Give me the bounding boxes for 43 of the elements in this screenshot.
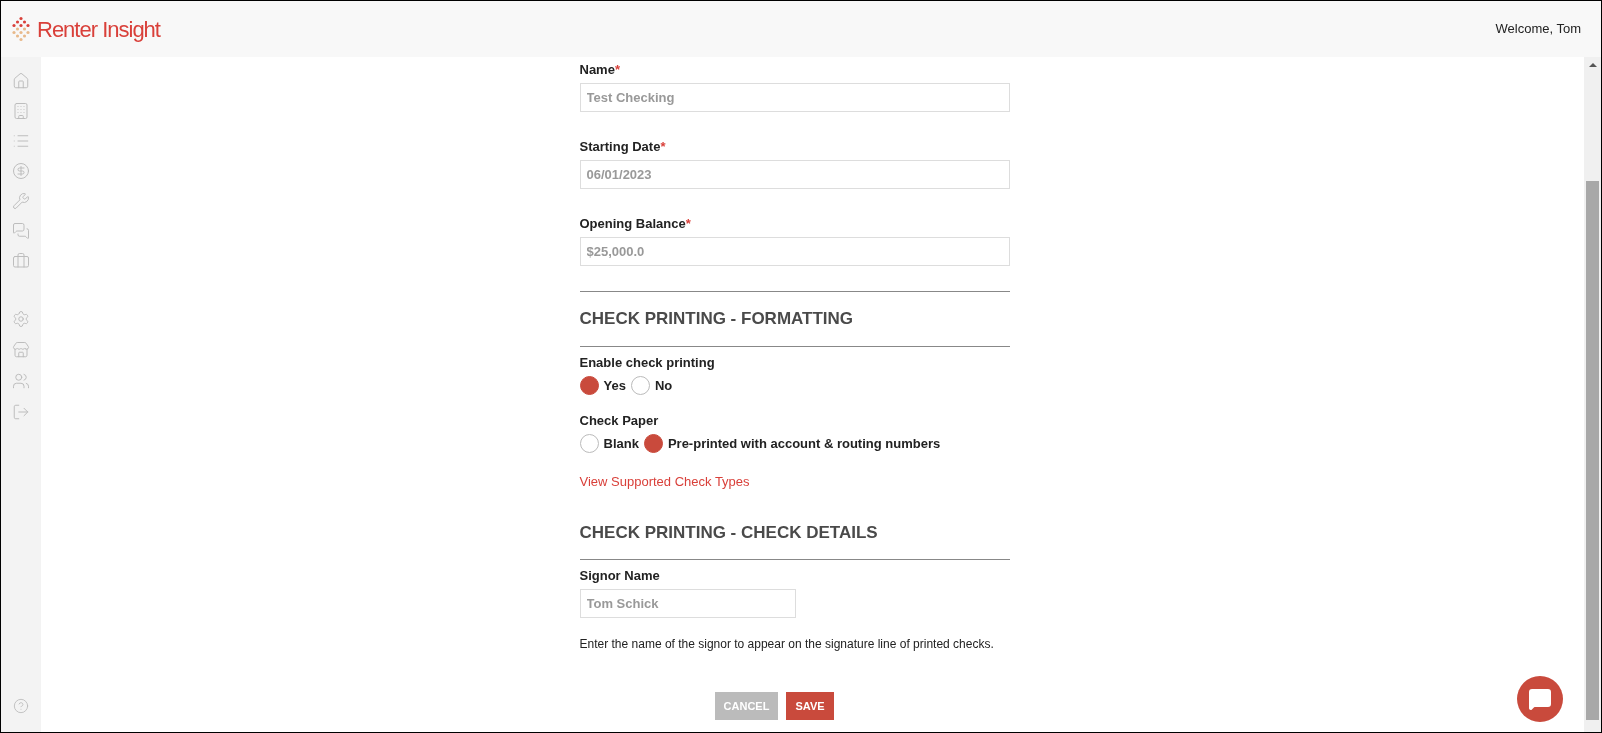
chat-icon <box>1528 687 1552 711</box>
help-icon[interactable] <box>13 698 29 714</box>
section-heading: CHECK PRINTING - CHECK DETAILS <box>579 522 879 544</box>
radio-button[interactable] <box>579 433 599 453</box>
field-label: Check Paper <box>579 412 660 429</box>
field-label: Opening Balance* <box>579 216 692 232</box>
save-button[interactable]: SAVE <box>786 692 834 720</box>
text-field[interactable]: Tom Schick <box>579 589 796 618</box>
field-label: Enable check printing <box>579 355 716 371</box>
briefcase-icon[interactable] <box>12 252 30 270</box>
dollar-icon[interactable] <box>12 162 30 180</box>
text-field[interactable]: $25,000.0 <box>579 237 1010 266</box>
chat-button[interactable] <box>1517 676 1563 722</box>
scroll-up-icon[interactable] <box>1588 63 1597 67</box>
field-label: Signor Name <box>579 568 661 584</box>
radio-option[interactable]: Pre-printed with account & routing numbers <box>643 433 941 453</box>
list-icon[interactable] <box>12 132 30 150</box>
logo-icon <box>9 15 33 43</box>
settings-icon[interactable] <box>12 310 30 328</box>
people-icon[interactable] <box>12 372 30 390</box>
scrollbar-thumb[interactable] <box>1586 181 1599 720</box>
welcome-text: Welcome, Tom <box>1495 20 1581 39</box>
radio-button[interactable] <box>643 433 663 453</box>
tools-icon[interactable] <box>12 192 30 210</box>
section-heading: CHECK PRINTING - FORMATTING <box>579 308 855 330</box>
text-field[interactable]: 06/01/2023 <box>579 160 1010 189</box>
house-icon[interactable] <box>12 72 30 90</box>
text-field[interactable]: Test Checking <box>579 83 1010 112</box>
building-icon[interactable] <box>12 102 30 120</box>
check-types-link[interactable]: View Supported Check Types <box>579 474 750 490</box>
radio-button[interactable] <box>579 376 599 396</box>
field-label: Starting Date* <box>579 139 667 155</box>
scrollbar[interactable] <box>1584 57 1601 732</box>
radio-option[interactable]: No <box>630 376 673 396</box>
logout-icon[interactable] <box>12 403 30 421</box>
field-label: Name* <box>579 62 621 78</box>
help-text: Enter the name of the signor to appear on the signature line of printed checks. <box>579 636 995 652</box>
chat-icon[interactable] <box>12 222 30 240</box>
brand-name: Renter Insight <box>37 15 160 44</box>
radio-option[interactable]: Yes <box>579 376 626 396</box>
radio-option[interactable]: Blank <box>579 433 639 453</box>
store-icon[interactable] <box>12 341 30 359</box>
radio-button[interactable] <box>630 376 650 396</box>
